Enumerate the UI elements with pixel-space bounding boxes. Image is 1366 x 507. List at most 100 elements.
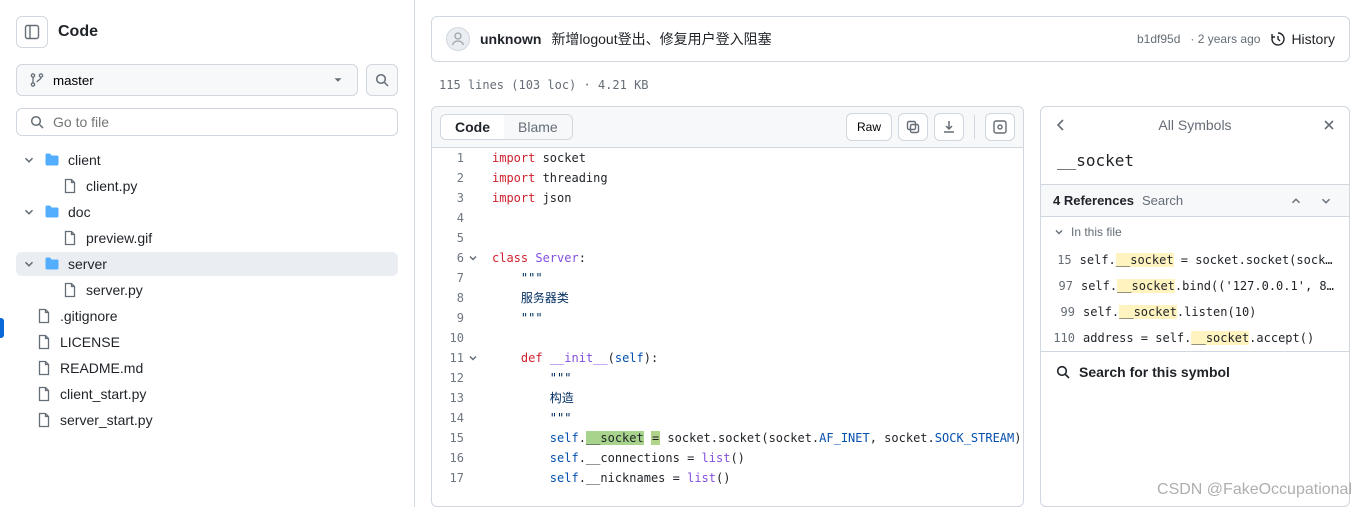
- tree-file[interactable]: server_start.py: [16, 408, 398, 432]
- code-line[interactable]: 14 """: [432, 408, 1023, 428]
- tree-dir[interactable]: doc: [16, 200, 398, 224]
- commit-author[interactable]: unknown: [480, 31, 541, 47]
- line-number[interactable]: 7: [432, 268, 482, 288]
- code-line[interactable]: 15 self.__socket = socket.socket(socket.…: [432, 428, 1023, 448]
- reference-scope[interactable]: Search: [1142, 193, 1183, 208]
- commit-message[interactable]: 新增logout登出、修复用户登入阻塞: [551, 29, 771, 49]
- reference-line-number: 15: [1053, 253, 1072, 267]
- avatar: [446, 27, 470, 51]
- code-line[interactable]: 17 self.__nicknames = list(): [432, 468, 1023, 488]
- code-line[interactable]: 16 self.__connections = list(): [432, 448, 1023, 468]
- close-icon: [1321, 117, 1337, 133]
- branch-selector[interactable]: master: [16, 64, 358, 96]
- code-line[interactable]: 8 服务器类: [432, 288, 1023, 308]
- line-number[interactable]: 14: [432, 408, 482, 428]
- tab-code[interactable]: Code: [441, 115, 504, 139]
- code-line[interactable]: 13 构造: [432, 388, 1023, 408]
- line-number[interactable]: 6: [432, 248, 482, 268]
- code-line[interactable]: 4: [432, 208, 1023, 228]
- code-line[interactable]: 3import json: [432, 188, 1023, 208]
- line-number[interactable]: 13: [432, 388, 482, 408]
- tree-file[interactable]: LICENSE: [16, 330, 398, 354]
- line-content: [482, 328, 1023, 348]
- line-number[interactable]: 9: [432, 308, 482, 328]
- reference-item[interactable]: 110address = self.__socket.accept(): [1041, 325, 1349, 351]
- ref-next-button[interactable]: [1315, 194, 1337, 208]
- tree-file[interactable]: client_start.py: [16, 382, 398, 406]
- view-tabs: Code Blame: [440, 114, 573, 140]
- reference-item[interactable]: 99self.__socket.listen(10): [1041, 299, 1349, 325]
- content-row: Code Blame Raw 1import socket2import thr…: [431, 106, 1350, 507]
- search-for-symbol-button[interactable]: Search for this symbol: [1041, 351, 1349, 392]
- line-number[interactable]: 1: [432, 148, 482, 168]
- branch-search-button[interactable]: [366, 64, 398, 96]
- tree-file[interactable]: server.py: [16, 278, 398, 302]
- tree-dir[interactable]: server: [16, 252, 398, 276]
- code-line[interactable]: 9 """: [432, 308, 1023, 328]
- code-line[interactable]: 7 """: [432, 268, 1023, 288]
- tab-blame[interactable]: Blame: [504, 115, 572, 139]
- references-header: 4 References Search: [1041, 184, 1349, 217]
- commit-sha[interactable]: b1df95d: [1137, 32, 1180, 46]
- tree-file[interactable]: client.py: [16, 174, 398, 198]
- tree-item-label: .gitignore: [60, 308, 118, 324]
- tree-file[interactable]: preview.gif: [16, 226, 398, 250]
- line-content: self.__socket = socket.socket(socket.AF_…: [482, 428, 1023, 448]
- symbols-close-button[interactable]: [1321, 117, 1337, 133]
- symbols-back-button[interactable]: [1053, 117, 1069, 133]
- reference-group[interactable]: In this file: [1041, 217, 1349, 247]
- line-number[interactable]: 12: [432, 368, 482, 388]
- tree-dir[interactable]: client: [16, 148, 398, 172]
- code-line[interactable]: 10: [432, 328, 1023, 348]
- history-link[interactable]: History: [1270, 31, 1335, 47]
- code-line[interactable]: 11 def __init__(self):: [432, 348, 1023, 368]
- file-icon: [62, 230, 78, 246]
- go-to-file-search[interactable]: [16, 108, 398, 136]
- file-icon: [36, 308, 52, 324]
- chevron-up-icon: [1289, 194, 1303, 208]
- go-to-file-input[interactable]: [53, 114, 385, 130]
- symbols-header: All Symbols: [1041, 107, 1349, 143]
- line-number[interactable]: 8: [432, 288, 482, 308]
- fold-toggle[interactable]: [466, 251, 480, 265]
- line-number[interactable]: 2: [432, 168, 482, 188]
- copy-button[interactable]: [898, 113, 928, 141]
- tree-file[interactable]: README.md: [16, 356, 398, 380]
- reference-item[interactable]: 97self.__socket.bind(('127.0.0.1', 8888)…: [1041, 273, 1349, 299]
- file-tree-sidebar: Code master clientclient.pydoc preview.gi…: [0, 0, 415, 507]
- branch-row: master: [16, 64, 398, 96]
- line-number[interactable]: 5: [432, 228, 482, 248]
- sidebar-title: Code: [58, 23, 98, 41]
- code-line[interactable]: 1import socket: [432, 148, 1023, 168]
- line-number[interactable]: 17: [432, 468, 482, 488]
- ref-prev-button[interactable]: [1285, 194, 1307, 208]
- reference-code: self.__socket.listen(10): [1083, 305, 1256, 319]
- code-line[interactable]: 12 """: [432, 368, 1023, 388]
- line-content: [482, 228, 1023, 248]
- line-number[interactable]: 10: [432, 328, 482, 348]
- symbols-toggle-button[interactable]: [985, 113, 1015, 141]
- code-body[interactable]: 1import socket2import threading3import j…: [432, 148, 1023, 506]
- reference-item[interactable]: 15self.__socket = socket.socket(socket.A…: [1041, 247, 1349, 273]
- line-content: """: [482, 408, 1023, 428]
- tree-item-label: preview.gif: [86, 230, 152, 246]
- raw-button[interactable]: Raw: [846, 113, 892, 141]
- tree-item-label: server.py: [86, 282, 143, 298]
- line-number[interactable]: 15: [432, 428, 482, 448]
- code-line[interactable]: 2import threading: [432, 168, 1023, 188]
- fold-toggle[interactable]: [466, 351, 480, 365]
- sidebar-layout-icon[interactable]: [16, 16, 48, 48]
- line-number[interactable]: 4: [432, 208, 482, 228]
- line-number[interactable]: 16: [432, 448, 482, 468]
- line-content: def __init__(self):: [482, 348, 1023, 368]
- code-line[interactable]: 5: [432, 228, 1023, 248]
- download-button[interactable]: [934, 113, 964, 141]
- code-line[interactable]: 6class Server:: [432, 248, 1023, 268]
- line-content: 构造: [482, 388, 1023, 408]
- tree-file[interactable]: .gitignore: [16, 304, 398, 328]
- line-content: 服务器类: [482, 288, 1023, 308]
- chevron-down-icon: [467, 352, 479, 364]
- line-number[interactable]: 3: [432, 188, 482, 208]
- symbol-name: __socket: [1041, 143, 1349, 184]
- line-number[interactable]: 11: [432, 348, 482, 368]
